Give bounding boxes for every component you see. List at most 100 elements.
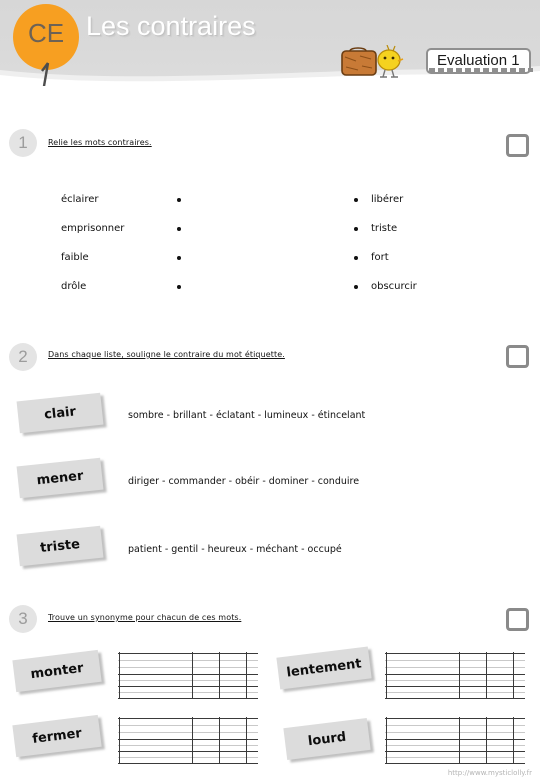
ex3-writing-grid-3[interactable] — [118, 717, 258, 764]
grid-line-minor — [385, 732, 525, 733]
grid-line-major — [118, 763, 258, 764]
grid-line-major — [118, 653, 258, 654]
grid-line-vertical — [513, 652, 514, 699]
ex1-left-word-4: drôle — [61, 281, 87, 292]
exercise-1-number: 1 — [9, 129, 37, 157]
exercise-3-number: 3 — [9, 605, 37, 633]
grid-line-vertical — [219, 717, 220, 764]
grid-line-major — [385, 751, 525, 752]
grid-line-major — [385, 718, 525, 719]
ex3-tag-2: lentement — [276, 646, 372, 690]
grid-line-major — [118, 751, 258, 752]
grid-line-minor — [385, 660, 525, 661]
exercise-3-checkbox[interactable] — [506, 608, 529, 631]
grid-line-minor — [118, 757, 258, 758]
ex2-tag-3-label: triste — [39, 536, 81, 556]
briefcase-and-chick-icon — [341, 45, 404, 78]
ex3-tag-3-label: fermer — [31, 725, 83, 747]
ex1-right-word-4: obscurcir — [371, 281, 417, 292]
ex1-left-dot-1[interactable] — [177, 198, 181, 202]
ex1-left-dot-2[interactable] — [177, 227, 181, 231]
grid-line-major — [385, 674, 525, 675]
ex3-tag-3: fermer — [12, 714, 102, 758]
grid-line-vertical — [459, 717, 460, 764]
ex1-right-dot-4[interactable] — [354, 285, 358, 289]
level-badge-label: CE — [27, 18, 65, 48]
ex2-word-list-3: patient - gentil - heureux - méchant - o… — [128, 544, 342, 555]
grid-line-minor — [118, 660, 258, 661]
ex3-tag-1-label: monter — [29, 660, 85, 682]
ex1-left-word-2: emprisonner — [61, 223, 125, 234]
ex1-right-dot-1[interactable] — [354, 198, 358, 202]
ex1-left-dot-3[interactable] — [177, 256, 181, 260]
ex3-tag-2-label: lentement — [285, 655, 363, 681]
footer-url: http://www.mysticlolly.fr — [447, 769, 532, 777]
grid-line-minor — [118, 725, 258, 726]
grid-line-major — [385, 653, 525, 654]
exercise-2-instruction: Dans chaque liste, souligne le contraire… — [48, 350, 285, 359]
exercise-1-instruction: Relie les mots contraires. — [48, 138, 152, 147]
ex3-tag-1: monter — [12, 649, 102, 693]
grid-line-vertical — [119, 652, 120, 699]
grid-line-major — [118, 686, 258, 687]
grid-line-vertical — [513, 717, 514, 764]
ex1-left-dot-4[interactable] — [177, 285, 181, 289]
grid-line-major — [385, 698, 525, 699]
ex1-left-word-1: éclairer — [61, 194, 99, 205]
ex2-word-list-1: sombre - brillant - éclatant - lumineux … — [128, 410, 366, 421]
grid-line-minor — [385, 680, 525, 681]
grid-line-vertical — [219, 652, 220, 699]
grid-line-vertical — [386, 652, 387, 699]
grid-line-vertical — [459, 652, 460, 699]
grid-line-vertical — [486, 717, 487, 764]
exercise-2-number: 2 — [9, 343, 37, 371]
grid-line-minor — [385, 692, 525, 693]
ex1-right-word-3: fort — [371, 252, 389, 263]
ex2-tag-2-label: mener — [35, 468, 85, 488]
level-badge-pointer — [41, 62, 50, 86]
page-title: Les contraires — [86, 11, 256, 41]
exercise-2-checkbox[interactable] — [506, 345, 529, 368]
ex2-word-list-2: diriger - commander - obéir - dominer - … — [128, 476, 360, 487]
grid-line-minor — [118, 680, 258, 681]
grid-line-minor — [385, 745, 525, 746]
exercise-1-checkbox[interactable] — [506, 134, 529, 157]
ex2-tag-2: mener — [16, 457, 104, 499]
ex2-tag-1-label: clair — [43, 403, 77, 423]
ex2-tag-1: clair — [16, 392, 104, 434]
ex1-right-word-2: triste — [371, 223, 398, 234]
ex1-right-word-1: libérer — [371, 194, 404, 205]
grid-line-minor — [385, 725, 525, 726]
grid-line-vertical — [192, 652, 193, 699]
grid-line-minor — [118, 745, 258, 746]
page-header: CE Les contraires Evaluation 1 — [0, 0, 540, 86]
grid-line-vertical — [246, 717, 247, 764]
ex2-tag-3: triste — [16, 525, 104, 567]
grid-line-major — [118, 674, 258, 675]
ex3-writing-grid-2[interactable] — [385, 652, 525, 699]
level-badge: CE — [13, 4, 79, 70]
ex3-tag-4-label: lourd — [307, 729, 347, 749]
grid-line-major — [118, 718, 258, 719]
ex3-writing-grid-4[interactable] — [385, 717, 525, 764]
grid-line-minor — [118, 732, 258, 733]
grid-line-major — [385, 686, 525, 687]
grid-line-vertical — [192, 717, 193, 764]
grid-line-vertical — [246, 652, 247, 699]
grid-line-minor — [118, 692, 258, 693]
exercise-3-instruction: Trouve un synonyme pour chacun de ces mo… — [48, 613, 242, 622]
grid-line-minor — [118, 667, 258, 668]
ex1-right-dot-2[interactable] — [354, 227, 358, 231]
grid-line-vertical — [119, 717, 120, 764]
grid-line-major — [118, 698, 258, 699]
ex3-writing-grid-1[interactable] — [118, 652, 258, 699]
grid-line-minor — [385, 757, 525, 758]
ex1-right-dot-3[interactable] — [354, 256, 358, 260]
grid-line-vertical — [386, 717, 387, 764]
grid-line-vertical — [486, 652, 487, 699]
grid-line-major — [385, 763, 525, 764]
ex1-left-word-3: faible — [61, 252, 89, 263]
grid-line-major — [118, 739, 258, 740]
grid-line-minor — [385, 667, 525, 668]
ex3-tag-4: lourd — [283, 718, 371, 760]
